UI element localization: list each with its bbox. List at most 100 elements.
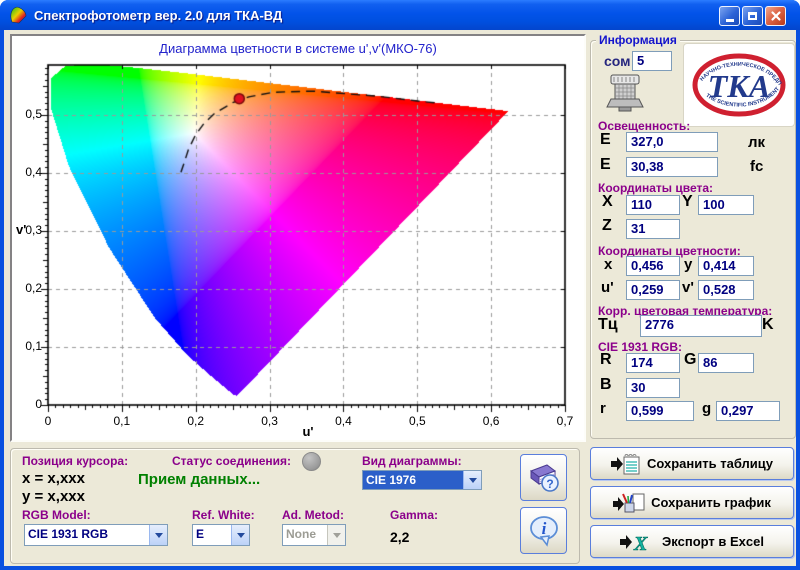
y-tick-label: 0,4 [12, 165, 42, 179]
y-tristimulus-label: Y [682, 193, 693, 211]
y-tick-label: 0,1 [12, 339, 42, 353]
info-button[interactable]: i [520, 507, 567, 554]
tka-logo: НАУЧНО-ТЕХНИЧЕСКОЕ ПРЕДПРИЯТИЕ THE SCIEN… [684, 44, 794, 126]
u-chroma-field[interactable]: 0,259 [626, 280, 680, 300]
chromaticity-canvas[interactable] [38, 60, 572, 416]
y-chroma-field[interactable]: 0,414 [698, 256, 754, 276]
ref-white-label: Ref. White: [192, 508, 255, 522]
x-tick-label: 0 [33, 414, 63, 428]
chevron-down-icon [327, 525, 345, 545]
close-button[interactable] [765, 6, 786, 26]
window-title: Спектрофотометр вер. 2.0 для ТКА-ВД [34, 8, 282, 23]
adaptation-method-select: None [282, 524, 346, 546]
x-tick-label: 0,6 [476, 414, 506, 428]
xyz-title: Координаты цвета: [598, 181, 713, 195]
fc-unit-label: fc [750, 158, 763, 175]
com-port-label: сом [604, 53, 631, 69]
gamma-label: Gamma: [390, 508, 438, 522]
chevron-down-icon[interactable] [231, 525, 249, 545]
help-button[interactable]: ? [520, 454, 567, 501]
save-table-label: Сохранить таблицу [647, 456, 773, 471]
window-border-bottom [0, 566, 800, 570]
maximize-icon [748, 12, 757, 20]
adaptation-method-label: Ad. Metod: [282, 508, 344, 522]
svg-text:X: X [633, 533, 648, 553]
rgb-model-select[interactable]: CIE 1931 RGB [24, 524, 168, 546]
status-message: Прием данных... [138, 471, 260, 488]
save-table-button[interactable]: Сохранить таблицу [590, 447, 794, 480]
save-graph-icon [613, 491, 645, 515]
minimize-button[interactable] [719, 6, 740, 26]
window-border-left [0, 30, 4, 570]
export-excel-label: Экспорт в Excel [662, 534, 764, 549]
close-icon [770, 10, 782, 22]
y-tick-label: 0,5 [12, 107, 42, 121]
minimize-icon [726, 19, 734, 22]
app-icon [8, 5, 28, 25]
chevron-down-icon[interactable] [149, 525, 167, 545]
cursor-position-title: Позиция курсора: [22, 454, 128, 468]
e-lux-field[interactable]: 327,0 [626, 132, 718, 152]
x-tick-label: 0,4 [328, 414, 358, 428]
v-chroma-field[interactable]: 0,528 [698, 280, 754, 300]
chart-panel: Диаграмма цветности в системе u',v'(МКО-… [10, 34, 586, 442]
e-fc-label: E [600, 156, 611, 174]
logo-main-text: ТКА [708, 68, 771, 104]
cct-field[interactable]: 2776 [640, 315, 762, 337]
x-tristimulus-label: X [602, 193, 613, 211]
save-graph-button[interactable]: Сохранить график [590, 486, 794, 519]
x-tick-label: 0,3 [255, 414, 285, 428]
z-tristimulus-label: Z [602, 217, 612, 235]
g-small-field[interactable]: 0,297 [716, 401, 780, 421]
y-tristimulus-field[interactable]: 100 [698, 195, 754, 215]
rgb-model-label: RGB Model: [22, 508, 91, 522]
cursor-x-value: x = x,xxx [22, 470, 85, 487]
excel-icon: X [620, 531, 656, 553]
serial-port-icon [604, 74, 646, 119]
chevron-down-icon[interactable] [463, 471, 481, 489]
adaptation-method-value: None [283, 525, 327, 545]
r-label: R [600, 351, 612, 369]
app-window: Спектрофотометр вер. 2.0 для ТКА-ВД Диаг… [0, 0, 800, 570]
diagram-view-select[interactable]: CIE 1976 [362, 470, 482, 490]
title-bar[interactable]: Спектрофотометр вер. 2.0 для ТКА-ВД [0, 0, 800, 30]
e-fc-field[interactable]: 30,38 [626, 157, 718, 177]
diagram-view-value: CIE 1976 [363, 471, 463, 489]
ref-white-select[interactable]: E [192, 524, 250, 546]
g-label: G [684, 351, 696, 369]
cursor-y-value: y = x,xxx [22, 488, 85, 505]
r-small-field[interactable]: 0,599 [626, 401, 694, 421]
x-tick-label: 0,7 [550, 414, 580, 428]
gamma-value: 2,2 [390, 529, 409, 545]
connection-indicator [302, 452, 321, 471]
x-chroma-field[interactable]: 0,456 [626, 256, 680, 276]
y-chroma-label: y [684, 256, 692, 273]
v-chroma-label: v' [682, 279, 694, 296]
chart-title: Диаграмма цветности в системе u',v'(МКО-… [12, 41, 584, 56]
y-tick-label: 0 [12, 397, 42, 411]
b-label: B [600, 376, 612, 394]
com-port-field[interactable]: 5 [632, 51, 672, 71]
export-excel-button[interactable]: X Экспорт в Excel [590, 525, 794, 558]
r-small-label: r [600, 400, 606, 417]
x-tristimulus-field[interactable]: 110 [626, 195, 680, 215]
ref-white-value: E [193, 525, 231, 545]
z-tristimulus-field[interactable]: 31 [626, 219, 680, 239]
kelvin-unit-label: K [762, 316, 774, 334]
window-border-right [796, 30, 800, 570]
cct-label: Тц [598, 316, 618, 334]
lux-unit-label: лк [748, 134, 765, 151]
rgb-model-value: CIE 1931 RGB [25, 525, 149, 545]
illuminance-title: Освещенность: [598, 119, 690, 133]
info-group-title: Информация [596, 33, 680, 47]
save-table-icon [611, 453, 641, 475]
maximize-button[interactable] [742, 6, 763, 26]
x-tick-label: 0,1 [107, 414, 137, 428]
x-tick-label: 0,2 [181, 414, 211, 428]
u-chroma-label: u' [601, 279, 614, 296]
r-field[interactable]: 174 [626, 353, 680, 373]
g-field[interactable]: 86 [698, 353, 754, 373]
e-lux-label: E [600, 131, 611, 149]
b-field[interactable]: 30 [626, 378, 680, 398]
x-axis-label: u' [288, 424, 328, 439]
